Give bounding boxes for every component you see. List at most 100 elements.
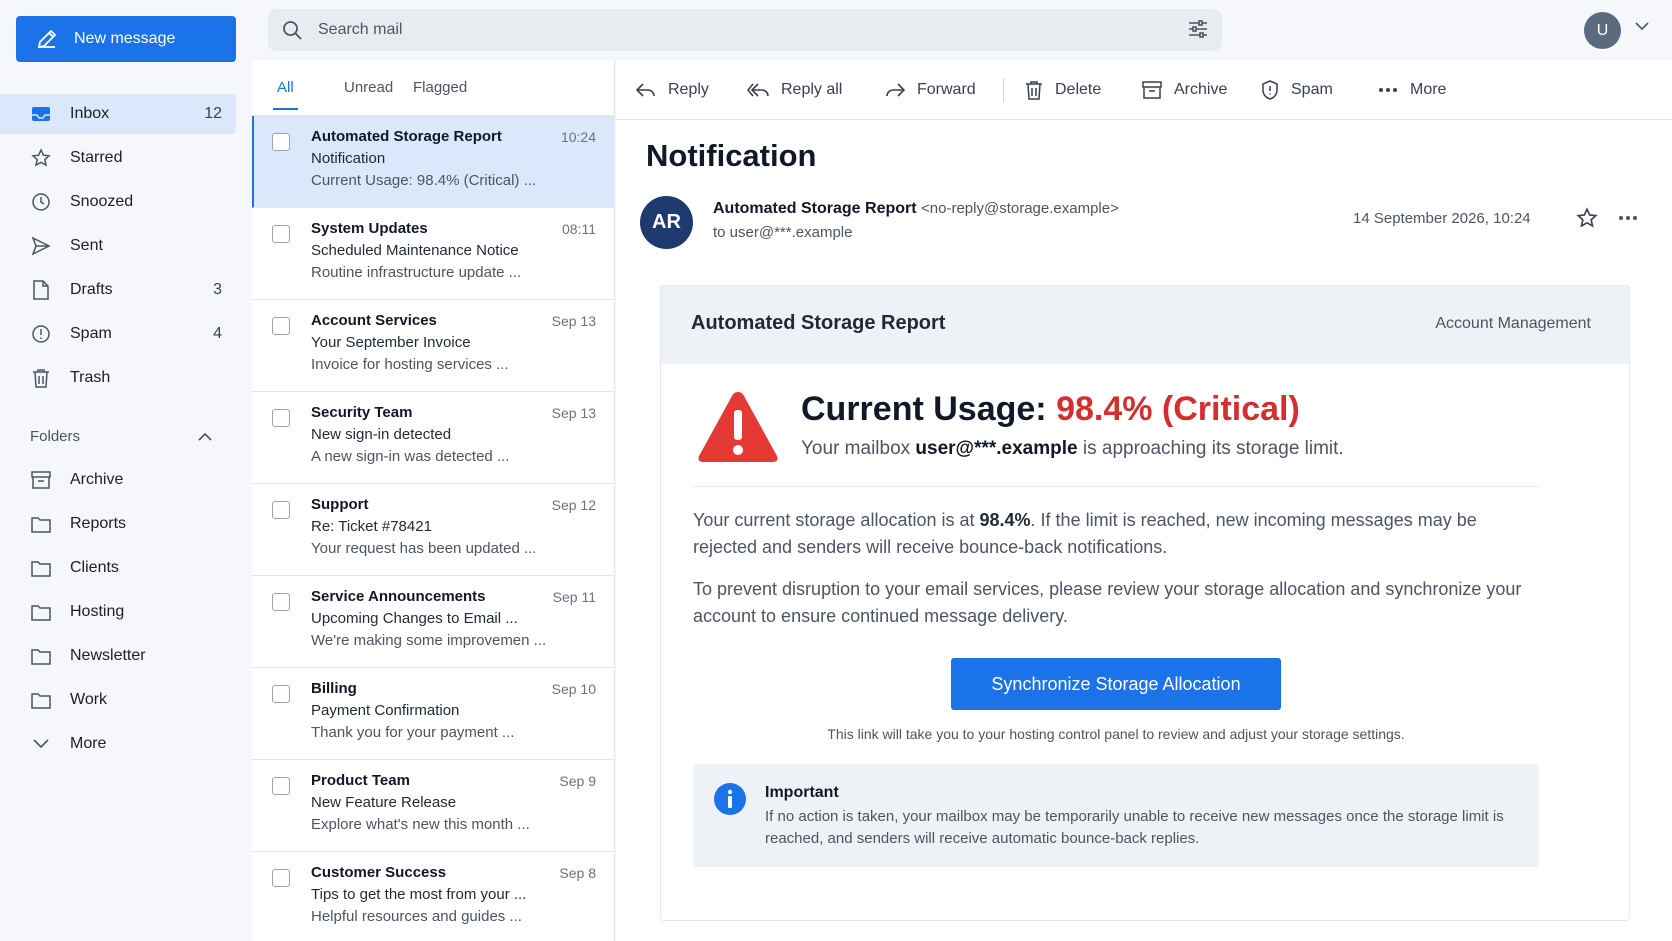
more-horizontal-icon[interactable] [1618, 215, 1638, 221]
tab-flagged[interactable]: Flagged [413, 60, 467, 116]
spam-label: Spam [1291, 81, 1333, 98]
message-time: Sep 8 [559, 865, 596, 881]
new-message-button[interactable]: New message [16, 16, 236, 62]
message-row[interactable]: Customer Success Sep 8 Tips to get the m… [252, 852, 614, 941]
folder-icon [30, 645, 52, 667]
email-body-card: Automated Storage Report Account Managem… [660, 285, 1630, 921]
message-checkbox[interactable] [272, 225, 290, 243]
usage-label: Current Usage: [801, 390, 1057, 428]
folder-label: Archive [70, 471, 124, 488]
spam-count: 4 [213, 325, 222, 342]
message-subject: Tips to get the most from your ... [311, 886, 527, 903]
synchronize-storage-button[interactable]: Synchronize Storage Allocation [951, 658, 1281, 710]
folders-more[interactable]: More [0, 724, 236, 764]
folder-item-newsletter[interactable]: Newsletter [0, 636, 236, 676]
email-date: 14 September 2026, 10:24 [1353, 210, 1531, 227]
spam-button[interactable]: Spam [1261, 60, 1333, 120]
card-header-right: Account Management [1435, 315, 1591, 332]
warning-triangle-icon [695, 388, 781, 466]
folder-item-hosting[interactable]: Hosting [0, 592, 236, 632]
message-row[interactable]: Billing Sep 10 Payment Confirmation Than… [252, 668, 614, 760]
usage-value: 98.4% (Critical) [1056, 390, 1300, 428]
folder-item-work[interactable]: Work [0, 680, 236, 720]
message-row[interactable]: System Updates 08:11 Scheduled Maintenan… [252, 208, 614, 300]
message-row[interactable]: Service Announcements Sep 11 Upcoming Ch… [252, 576, 614, 668]
email-subject: Notification [646, 138, 817, 173]
user-avatar[interactable]: U [1584, 12, 1621, 49]
account-chevron-down-icon[interactable] [1635, 22, 1649, 31]
reply-all-label: Reply all [781, 81, 843, 98]
more-label: More [1410, 81, 1447, 98]
message-row[interactable]: Support Sep 12 Re: Ticket #78421 Your re… [252, 484, 614, 576]
archive-button[interactable]: Archive [1142, 60, 1227, 120]
message-sender: Billing [311, 680, 357, 697]
body-paragraph-1: Your current storage allocation is at 98… [693, 507, 1543, 561]
message-time: Sep 13 [551, 313, 596, 329]
tab-unread[interactable]: Unread [344, 60, 393, 116]
search-input[interactable]: Search mail [318, 21, 402, 39]
folder-icon [30, 601, 52, 623]
message-subject: Re: Ticket #78421 [311, 518, 432, 535]
draft-count: 3 [213, 281, 222, 298]
reply-button[interactable]: Reply [636, 60, 709, 120]
nav-item-trash[interactable]: Trash [0, 358, 236, 398]
message-subject: Payment Confirmation [311, 702, 460, 719]
nav-item-spam[interactable]: Spam 4 [0, 314, 236, 354]
message-preview: We're making some improvemen ... [311, 632, 547, 649]
folder-item-reports[interactable]: Reports [0, 504, 236, 544]
message-row[interactable]: Security Team Sep 13 New sign-in detecte… [252, 392, 614, 484]
forward-button[interactable]: Forward [885, 60, 976, 120]
folder-item-clients[interactable]: Clients [0, 548, 236, 588]
folder-item-archive[interactable]: Archive [0, 460, 236, 500]
archive-label: Archive [1174, 81, 1228, 98]
message-checkbox[interactable] [272, 409, 290, 427]
message-checkbox[interactable] [272, 777, 290, 795]
message-subject: Scheduled Maintenance Notice [311, 242, 519, 259]
delete-button[interactable]: Delete [1025, 60, 1101, 120]
message-time: Sep 10 [551, 681, 596, 697]
message-checkbox[interactable] [272, 593, 290, 611]
message-checkbox[interactable] [272, 133, 290, 151]
spam-icon [30, 323, 52, 345]
important-notice: Important If no action is taken, your ma… [693, 764, 1539, 867]
reply-all-button[interactable]: Reply all [747, 60, 842, 120]
sender-avatar: AR [640, 196, 693, 249]
chevron-up-icon[interactable] [198, 432, 212, 441]
message-time: Sep 13 [551, 405, 596, 421]
message-checkbox[interactable] [272, 869, 290, 887]
message-checkbox[interactable] [272, 317, 290, 335]
usage-headline: Current Usage: 98.4% (Critical) [801, 390, 1300, 429]
info-icon [713, 782, 747, 816]
message-row[interactable]: Product Team Sep 9 New Feature Release E… [252, 760, 614, 852]
nav-item-sent[interactable]: Sent [0, 226, 236, 266]
reply-all-icon [747, 82, 769, 98]
more-actions-button[interactable]: More [1378, 60, 1446, 120]
search-bar[interactable]: Search mail [268, 9, 1222, 51]
folders-header[interactable]: Folders [0, 416, 236, 456]
nav-item-snoozed[interactable]: Snoozed [0, 182, 236, 222]
message-row[interactable]: Automated Storage Report 10:24 Notificat… [252, 116, 614, 208]
body-paragraph-2: To prevent disruption to your email serv… [693, 579, 1522, 626]
message-checkbox[interactable] [272, 685, 290, 703]
message-row[interactable]: Account Services Sep 13 Your September I… [252, 300, 614, 392]
chevron-down-icon [30, 733, 52, 755]
message-checkbox[interactable] [272, 501, 290, 519]
message-sender: System Updates [311, 220, 428, 237]
message-time: Sep 9 [559, 773, 596, 789]
folder-icon [30, 557, 52, 579]
p1-pre: Your current storage allocation is at [693, 510, 980, 530]
trash-icon [1025, 80, 1043, 100]
star-toggle-icon[interactable] [1576, 207, 1598, 229]
nav-item-inbox[interactable]: Inbox 12 [0, 94, 236, 134]
nav-item-starred[interactable]: Starred [0, 138, 236, 178]
nav-label: Sent [70, 237, 103, 254]
list-tabs: All Unread Flagged [252, 60, 614, 116]
tab-all[interactable]: All [273, 60, 298, 116]
folder-label: Work [70, 691, 108, 708]
nav-item-drafts[interactable]: Drafts 3 [0, 270, 236, 310]
inbox-icon [30, 103, 52, 125]
folder-icon [30, 689, 52, 711]
filter-sliders-icon[interactable] [1188, 19, 1208, 39]
usage-sub-pre: Your mailbox [801, 438, 916, 459]
sender-address: <no-reply@storage.example> [921, 200, 1119, 217]
